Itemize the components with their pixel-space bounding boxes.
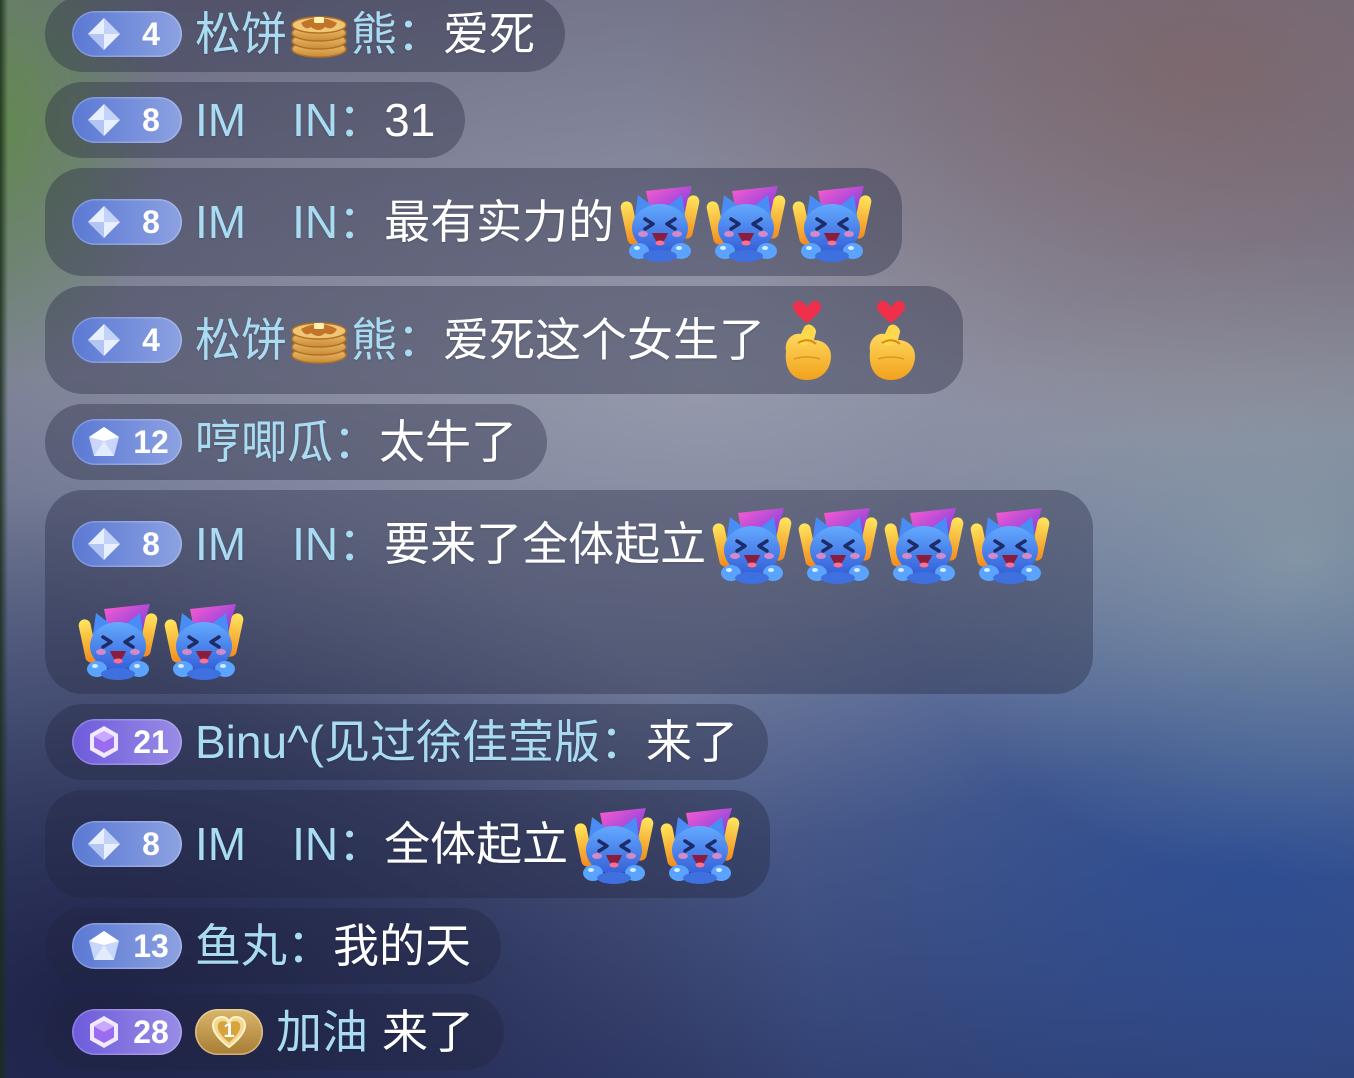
username[interactable]: Binu^(见过徐佳莹版 — [195, 717, 600, 767]
badge-level-number: 8 — [142, 204, 160, 240]
chat-message: 12 哼唧瓜：太牛了 — [45, 404, 547, 480]
cheering-cat-icon — [970, 503, 1051, 585]
finger-heart-icon — [860, 299, 922, 381]
cheering-cat-icon — [660, 803, 741, 885]
username-text: 加油 — [276, 1006, 368, 1058]
message-text: 来了 — [382, 1006, 474, 1058]
user-level-badge: 8 — [72, 199, 182, 245]
pentagon-gem-icon — [86, 928, 122, 964]
username-text: 鱼丸 — [195, 920, 287, 972]
message-text: 最有实力的 — [384, 196, 615, 248]
message-text: 全体起立 — [384, 818, 569, 870]
fan-club-badge: 1 — [195, 1009, 263, 1055]
username[interactable]: 松饼 熊 — [195, 9, 397, 59]
cheering-cat-icon — [792, 181, 873, 263]
username-text: IM IN — [195, 818, 339, 870]
pentagon-gem-icon — [86, 424, 122, 460]
badge-level-number: 28 — [133, 1014, 169, 1050]
message-text: 爱死这个女生了 — [443, 314, 765, 366]
name-separator: ： — [333, 416, 379, 468]
user-level-badge: 8 — [72, 97, 182, 143]
badge-level-number: 21 — [133, 724, 169, 760]
pancake-icon — [289, 315, 349, 365]
name-separator: ： — [338, 196, 385, 248]
username[interactable]: 鱼丸 — [195, 921, 287, 971]
live-chat-list[interactable]: 4 松饼熊：爱死 8 IM IN： 31 8 IM IN：最有实力的 4 松饼熊：爱死这个女生了… — [45, 0, 1145, 1070]
name-separator: ： — [338, 818, 385, 870]
user-level-badge: 28 — [72, 1009, 182, 1055]
badge-level-number: 13 — [133, 928, 169, 964]
name-separator: ： — [338, 94, 385, 146]
chat-message: 8 IM IN： 31 — [45, 82, 466, 158]
chat-message: 8 IM IN：要来了全体起立 — [45, 490, 1093, 694]
user-level-badge: 8 — [72, 821, 182, 867]
fan-club-level-number: 1 — [223, 1020, 235, 1042]
cheering-cat-icon — [574, 803, 655, 885]
badge-level-number: 8 — [142, 102, 160, 138]
username-text: Binu^(见过徐佳莹版 — [195, 716, 600, 768]
user-level-badge: 4 — [72, 317, 182, 363]
diamond-gem-icon — [86, 322, 122, 358]
name-separator: ： — [397, 314, 443, 366]
name-separator: ： — [599, 716, 646, 768]
chat-message: 21 Binu^(见过徐佳莹版：来了 — [45, 704, 768, 780]
username[interactable]: IM IN — [195, 819, 338, 869]
chat-message: 28 1 加油 来了 — [45, 994, 504, 1070]
name-separator: ： — [397, 8, 443, 60]
user-level-badge: 21 — [72, 719, 182, 765]
name-separator: ： — [287, 920, 333, 972]
username-text: 哼唧瓜 — [195, 416, 333, 468]
username-text: IM IN — [195, 196, 339, 248]
finger-heart-icon — [776, 299, 838, 381]
name-separator: ： — [338, 518, 385, 570]
badge-level-number: 8 — [142, 526, 160, 562]
message-text: 我的天 — [333, 920, 471, 972]
message-text: 31 — [384, 94, 436, 146]
cheering-cat-icon — [620, 181, 701, 263]
cheering-cat-icon — [706, 181, 787, 263]
user-level-badge: 12 — [72, 419, 182, 465]
username[interactable]: 松饼 熊 — [195, 315, 397, 365]
chat-message: 4 松饼 熊：爱死 — [45, 0, 565, 72]
badge-level-number: 8 — [142, 826, 160, 862]
user-level-badge: 8 — [72, 521, 182, 567]
username-text: 松饼 — [195, 8, 287, 60]
diamond-gem-icon — [86, 102, 122, 138]
hexagon-gem-icon — [86, 1014, 122, 1050]
username-text: IM IN — [195, 94, 339, 146]
username-text: 熊 — [351, 314, 397, 366]
username-text: 熊 — [351, 8, 397, 60]
username[interactable]: IM IN — [195, 519, 338, 569]
diamond-gem-icon — [86, 526, 122, 562]
diamond-gem-icon — [86, 16, 122, 52]
username[interactable]: IM IN — [195, 197, 338, 247]
cheering-cat-icon — [164, 599, 244, 681]
username-text: 松饼 — [195, 314, 287, 366]
chat-message: 8 IM IN：全体起立 — [45, 790, 771, 898]
pancake-icon — [289, 9, 349, 59]
username[interactable]: IM IN — [195, 95, 338, 145]
user-level-badge: 4 — [72, 11, 182, 57]
user-level-badge: 13 — [72, 923, 182, 969]
cheering-cat-icon — [712, 503, 793, 585]
badge-level-number: 12 — [133, 424, 169, 460]
username[interactable]: 哼唧瓜 — [195, 417, 333, 467]
cheering-cat-icon — [884, 503, 965, 585]
message-text: 来了 — [645, 716, 738, 768]
chat-message: 13 鱼丸：我的天 — [45, 908, 501, 984]
badge-level-number: 4 — [142, 16, 160, 52]
cheering-cat-icon — [78, 599, 158, 681]
diamond-gem-icon — [86, 204, 122, 240]
chat-message: 8 IM IN：最有实力的 — [45, 168, 903, 276]
username-text: IM IN — [195, 518, 339, 570]
message-text: 太牛了 — [379, 416, 517, 468]
message-text: 爱死 — [443, 8, 535, 60]
username[interactable]: 加油 — [276, 1007, 368, 1057]
diamond-gem-icon — [86, 826, 122, 862]
cheering-cat-icon — [798, 503, 879, 585]
chat-message: 4 松饼 熊：爱死这个女生了 — [45, 286, 963, 394]
hexagon-gem-icon — [86, 724, 122, 760]
badge-level-number: 4 — [142, 322, 160, 358]
message-text: 要来了全体起立 — [384, 518, 707, 570]
